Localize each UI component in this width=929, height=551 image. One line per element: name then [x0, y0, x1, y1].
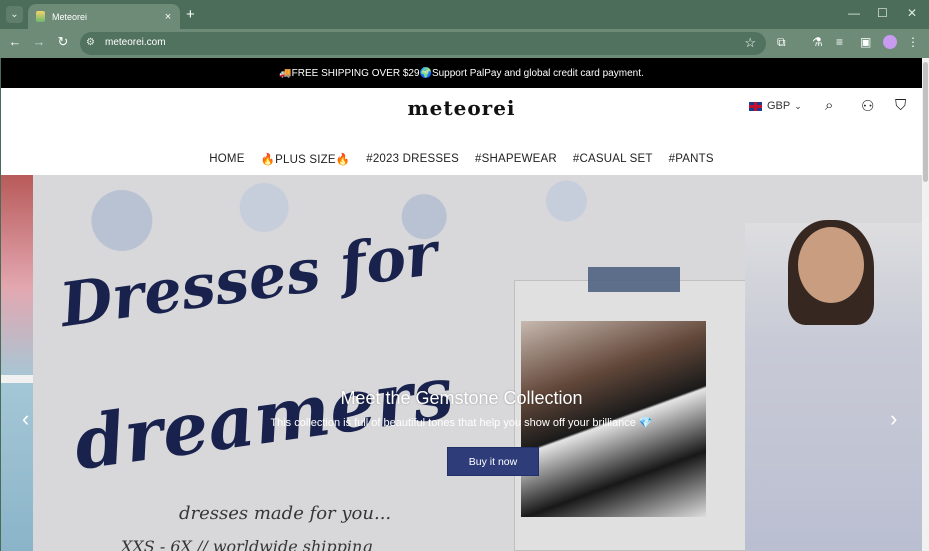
web-page: 🚚FREE SHIPPING OVER $29🌍Support PalPay a…: [1, 58, 922, 551]
next-slide-arrow-icon[interactable]: ›: [890, 406, 897, 432]
search-icon[interactable]: ⌕: [825, 97, 833, 114]
bookmark-star-icon[interactable]: ☆: [744, 35, 756, 51]
prev-slide-arrow-icon[interactable]: ‹: [22, 406, 29, 432]
new-tab-button[interactable]: +: [186, 6, 195, 23]
cart-icon[interactable]: ⛉: [895, 97, 906, 114]
nav-plus-size[interactable]: 🔥PLUS SIZE🔥: [261, 152, 351, 166]
labs-icon[interactable]: ⚗: [812, 35, 823, 49]
account-icon[interactable]: ⚇: [861, 97, 874, 115]
hero-subtitle: This collection is full of beautiful ton…: [270, 417, 653, 429]
maximize-icon[interactable]: ☐: [877, 6, 888, 20]
profile-avatar[interactable]: [883, 35, 897, 49]
address-bar[interactable]: ⚙ meteorei.com ☆: [80, 32, 766, 55]
nav-pants[interactable]: #PANTS: [669, 153, 714, 165]
site-header: meteorei GBP ⌄ ⌕ ⚇ ⛉: [1, 88, 922, 144]
buy-it-now-button[interactable]: Buy it now: [447, 447, 539, 476]
minimize-icon[interactable]: —: [848, 6, 860, 20]
extensions-icon[interactable]: ⧉: [777, 35, 786, 50]
announcement-bar: 🚚FREE SHIPPING OVER $29🌍Support PalPay a…: [1, 58, 922, 88]
thumbnail-divider: [1, 375, 33, 383]
sidepanel-icon[interactable]: ▣: [860, 35, 871, 49]
browser-toolbar: ← → ↻ ⚙ meteorei.com ☆ ⧉ ⚗ ≡ ▣ ⋮: [0, 29, 929, 58]
tab-search-icon[interactable]: ⌄: [6, 6, 23, 23]
tab-title: Meteorei: [52, 11, 88, 22]
browser-tab[interactable]: Meteorei ×: [28, 4, 180, 29]
scrollbar-thumb[interactable]: [923, 62, 928, 182]
tab-close-icon[interactable]: ×: [160, 11, 176, 23]
tab-favicon-icon: [36, 11, 45, 22]
media-icon[interactable]: ≡: [836, 35, 843, 49]
nav-home[interactable]: HOME: [209, 153, 244, 165]
main-nav: HOME 🔥PLUS SIZE🔥 #2023 DRESSES #SHAPEWEA…: [1, 144, 922, 174]
close-window-icon[interactable]: ✕: [907, 6, 917, 20]
back-icon[interactable]: ←: [6, 34, 24, 49]
currency-label: GBP: [767, 100, 791, 112]
currency-selector[interactable]: GBP ⌄: [749, 100, 802, 112]
hero-slider: Dresses for dreamers dresses made for yo…: [1, 175, 922, 551]
nav-shapewear[interactable]: #SHAPEWEAR: [475, 153, 557, 165]
reload-icon[interactable]: ↻: [54, 34, 72, 50]
menu-icon[interactable]: ⋮: [907, 35, 919, 49]
hero-title: Meet the Gemstone Collection: [340, 388, 583, 408]
uk-flag-icon: [749, 101, 762, 111]
nav-2023-dresses[interactable]: #2023 DRESSES: [366, 153, 459, 165]
chevron-down-icon: ⌄: [794, 100, 802, 111]
site-info-icon[interactable]: ⚙: [86, 37, 98, 49]
nav-casual-set[interactable]: #CASUAL SET: [573, 153, 653, 165]
forward-icon[interactable]: →: [30, 34, 48, 49]
previous-slide-thumbnail[interactable]: [1, 175, 33, 551]
browser-titlebar: ⌄ Meteorei × + — ☐ ✕: [0, 0, 929, 29]
url-text: meteorei.com: [105, 37, 166, 48]
hero-overlay: [33, 175, 922, 551]
